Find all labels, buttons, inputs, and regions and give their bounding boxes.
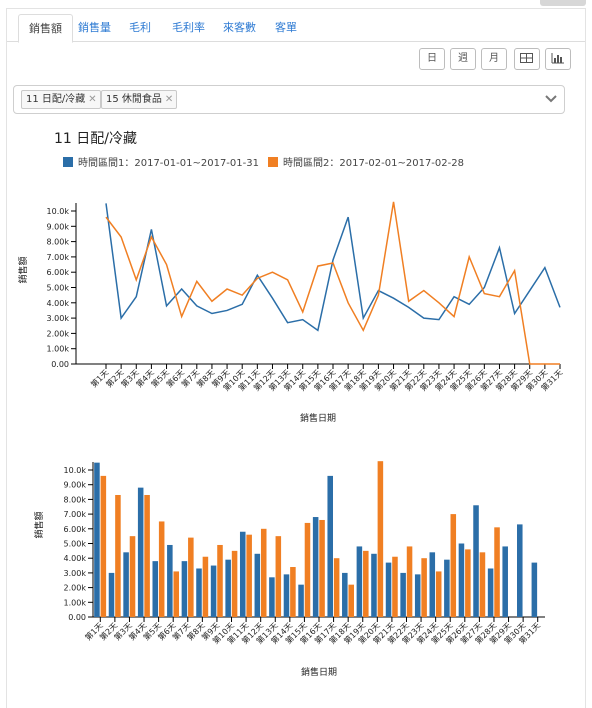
bar-series-2: [465, 549, 471, 617]
y-tick-label: 0.00: [68, 613, 86, 622]
bar-series-2: [377, 461, 384, 617]
bar-series-2: [217, 544, 223, 617]
y-tick-label: 9.00k: [64, 481, 87, 490]
bar-series-1: [444, 559, 450, 617]
y-tick-label: 10.0k: [64, 466, 87, 475]
bar-series-1: [239, 531, 246, 617]
bar-series-1: [269, 577, 275, 617]
bar-series-2: [231, 550, 238, 617]
bar-series-2: [202, 556, 209, 617]
x-axis-title: 銷售日期: [301, 666, 337, 678]
bar-series-1: [312, 517, 319, 617]
bar-series-2: [275, 536, 282, 617]
bar-series-1: [473, 505, 479, 617]
bar-series-2: [260, 528, 267, 617]
bar-series-1: [371, 553, 377, 617]
bar-series-2: [406, 546, 413, 617]
bar-series-1: [123, 552, 129, 617]
bar-series-2: [115, 494, 121, 617]
bar-series-2: [304, 522, 311, 617]
bar-series-1: [254, 553, 261, 617]
bar-series-2: [319, 519, 325, 617]
y-tick-label: 4.00k: [64, 554, 87, 563]
bar-series-2: [158, 521, 165, 617]
bar-series-2: [290, 567, 296, 617]
bar-series-1: [283, 574, 290, 617]
y-tick-label: 7.00k: [64, 510, 87, 519]
bar-series-1: [225, 559, 231, 617]
bar-series-2: [435, 571, 442, 617]
bar-series-1: [356, 546, 363, 617]
y-tick-label: 3.00k: [64, 569, 87, 578]
bar-series-2: [129, 536, 136, 617]
y-axis-title: 銷售額: [33, 511, 45, 538]
bar-series-2: [494, 527, 500, 617]
bar-series-1: [196, 568, 202, 617]
bar-series-1: [167, 544, 173, 617]
y-tick-label: 6.00k: [64, 525, 87, 534]
bar-series-1: [487, 568, 494, 617]
bar-series-2: [188, 537, 194, 617]
bar-series-1: [137, 487, 144, 617]
bar-series-1: [210, 565, 217, 617]
bar-series-1: [502, 546, 508, 617]
bar-series-1: [517, 524, 523, 617]
bar-series-1: [385, 562, 392, 617]
bar-chart: 0.00 1.00k 2.00k 3.00k 4.00k 5.00k 6.00k 7.00k 8…: [33, 461, 545, 678]
bar-series-1: [400, 572, 406, 617]
bar-series-2: [479, 552, 486, 617]
bar-series-2: [246, 534, 252, 617]
bar-series-1: [458, 543, 465, 617]
bar-series-1: [108, 572, 115, 617]
bar-series-1: [181, 561, 188, 617]
bar-series-2: [173, 571, 180, 617]
bar-series-1: [342, 572, 348, 617]
y-tick-label: 1.00k: [64, 598, 87, 607]
bar-series-2: [450, 514, 457, 617]
bar-series-1: [429, 552, 436, 617]
bar-series-1: [94, 462, 100, 617]
bar-series-1: [327, 475, 333, 617]
bar-series-2: [100, 475, 107, 617]
bar-series-1: [531, 562, 538, 617]
y-tick-label: 2.00k: [64, 584, 87, 593]
bar-series-1: [298, 584, 304, 617]
bar-series-2: [392, 556, 398, 617]
bar-series-1: [414, 574, 421, 617]
bar-series-2: [421, 558, 427, 617]
y-tick-label: 8.00k: [64, 495, 87, 504]
bar-series-2: [363, 550, 369, 617]
y-tick-label: 5.00k: [64, 540, 87, 549]
bar-series-2: [333, 558, 340, 617]
bar-series-2: [348, 584, 354, 617]
bar-series-1: [152, 561, 159, 617]
bar-series-2: [144, 494, 150, 617]
